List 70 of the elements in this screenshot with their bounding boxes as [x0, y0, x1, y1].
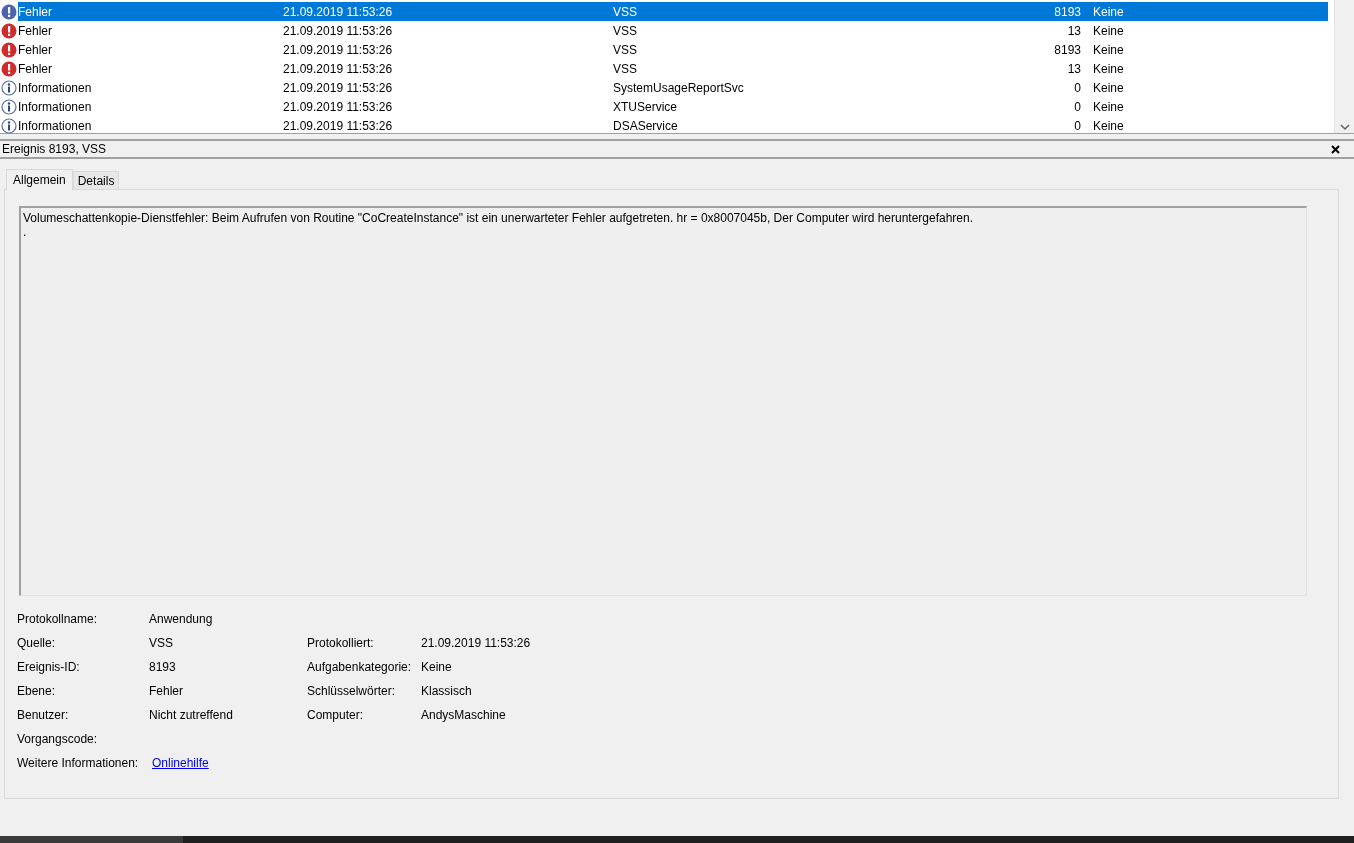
- source-cell-text: XTUService: [613, 98, 678, 116]
- property-label: Quelle:: [17, 635, 57, 652]
- property-value: Keine: [421, 659, 452, 676]
- property-value: 21.09.2019 11:53:26: [421, 635, 531, 652]
- property-label: Protokolliert:: [307, 635, 375, 652]
- source-cell-text: VSS: [613, 41, 638, 59]
- source-cell-text: DSAService: [613, 117, 679, 135]
- event-row[interactable]: Fehler 21.09.2019 11:53:26 VSS 13 Keine: [18, 21, 1328, 40]
- date-cell-text: 21.09.2019 11:53:26: [283, 3, 394, 21]
- detail-title: Ereignis 8193, VSS: [2, 141, 108, 158]
- event-row[interactable]: Fehler 21.09.2019 11:53:26 VSS 8193 Keine: [18, 40, 1328, 59]
- message-text: Volumeschattenkopie-Dienstfehler: Beim Aufrufen von Routine "CoCreateInstance" ist ein unerwarteter Fehler aufgetreten. hr = 0x8007045b, Der Computer wird heruntergefahren.: [23, 211, 975, 225]
- event-id-cell-text: 13: [1066, 22, 1081, 40]
- level-cell-text: Informationen: [18, 117, 93, 135]
- source-cell-text: SystemUsageReportSvc: [613, 79, 745, 97]
- property-value: AndysMaschine: [421, 707, 506, 724]
- source-cell-text: VSS: [613, 3, 638, 21]
- level-cell-text: Informationen: [18, 79, 93, 97]
- level-cell-text: Fehler: [18, 41, 53, 59]
- property-value: VSS: [149, 635, 174, 652]
- tab[interactable]: Allgemein: [6, 169, 73, 190]
- date-cell-text: 21.09.2019 11:53:26: [283, 79, 394, 97]
- property-label: Ereignis-ID:: [17, 659, 81, 676]
- category-cell-text: Keine: [1093, 117, 1124, 135]
- category-cell-text: Keine: [1093, 79, 1124, 97]
- event-id-cell-text: 8193: [1053, 3, 1081, 21]
- event-row[interactable]: Fehler 21.09.2019 11:53:26 VSS 8193 Keine: [18, 2, 1328, 21]
- level-cell-text: Informationen: [18, 98, 93, 116]
- source-cell-text: VSS: [613, 22, 638, 40]
- category-cell-text: Keine: [1093, 22, 1124, 40]
- event-id-cell-text: 13: [1066, 60, 1081, 78]
- event-id-cell-text: 8193: [1053, 41, 1081, 59]
- category-cell-text: Keine: [1093, 98, 1124, 116]
- category-cell-text: Keine: [1093, 41, 1124, 59]
- category-cell-text: Keine: [1093, 60, 1124, 78]
- message-text: .: [23, 225, 28, 239]
- level-cell-text: Fehler: [18, 60, 53, 78]
- source-cell-text: VSS: [613, 60, 638, 78]
- event-row[interactable]: Informationen 21.09.2019 11:53:26 XTUService 0 Keine: [18, 97, 1328, 116]
- tab[interactable]: Details: [72, 171, 120, 189]
- property-value: 8193: [149, 659, 177, 676]
- level-cell-text: Fehler: [18, 22, 53, 40]
- property-label: Vorgangscode:: [17, 731, 99, 748]
- property-label: Aufgabenkategorie:: [307, 659, 413, 676]
- property-value: Klassisch: [421, 683, 472, 700]
- event-row[interactable]: Fehler 21.09.2019 11:53:26 VSS 13 Keine: [18, 59, 1328, 78]
- date-cell-text: 21.09.2019 11:53:26: [283, 60, 394, 78]
- date-cell-text: 21.09.2019 11:53:26: [283, 98, 394, 116]
- property-value: Nicht zutreffend: [149, 707, 234, 724]
- property-label: Computer:: [307, 707, 365, 724]
- level-cell-text: Fehler: [18, 3, 53, 21]
- event-row[interactable]: Informationen 21.09.2019 11:53:26 SystemUsageReportSvc 0 Keine: [18, 78, 1328, 97]
- date-cell-text: 21.09.2019 11:53:26: [283, 22, 394, 40]
- date-cell-text: 21.09.2019 11:53:26: [283, 41, 394, 59]
- property-label: Schlüsselwörter:: [307, 683, 397, 700]
- scrollbar[interactable]: [1334, 0, 1354, 133]
- property-label: Ebene:: [17, 683, 57, 700]
- property-label: Weitere Informationen:: [17, 755, 140, 772]
- property-value: Fehler: [149, 683, 184, 700]
- property-label: Benutzer:: [17, 707, 70, 724]
- close-icon[interactable]: [1331, 144, 1340, 154]
- event-id-cell-text: 0: [1073, 117, 1081, 135]
- date-cell-text: 21.09.2019 11:53:26: [283, 117, 394, 135]
- online-help-link[interactable]: Onlinehilfe: [152, 756, 209, 770]
- property-value: Anwendung: [149, 611, 214, 628]
- property-label: Protokollname:: [17, 611, 99, 628]
- event-row[interactable]: Informationen 21.09.2019 11:53:26 DSAService 0 Keine: [18, 116, 1328, 135]
- category-cell-text: Keine: [1093, 3, 1124, 21]
- event-id-cell-text: 0: [1073, 98, 1081, 116]
- event-id-cell-text: 0: [1073, 79, 1081, 97]
